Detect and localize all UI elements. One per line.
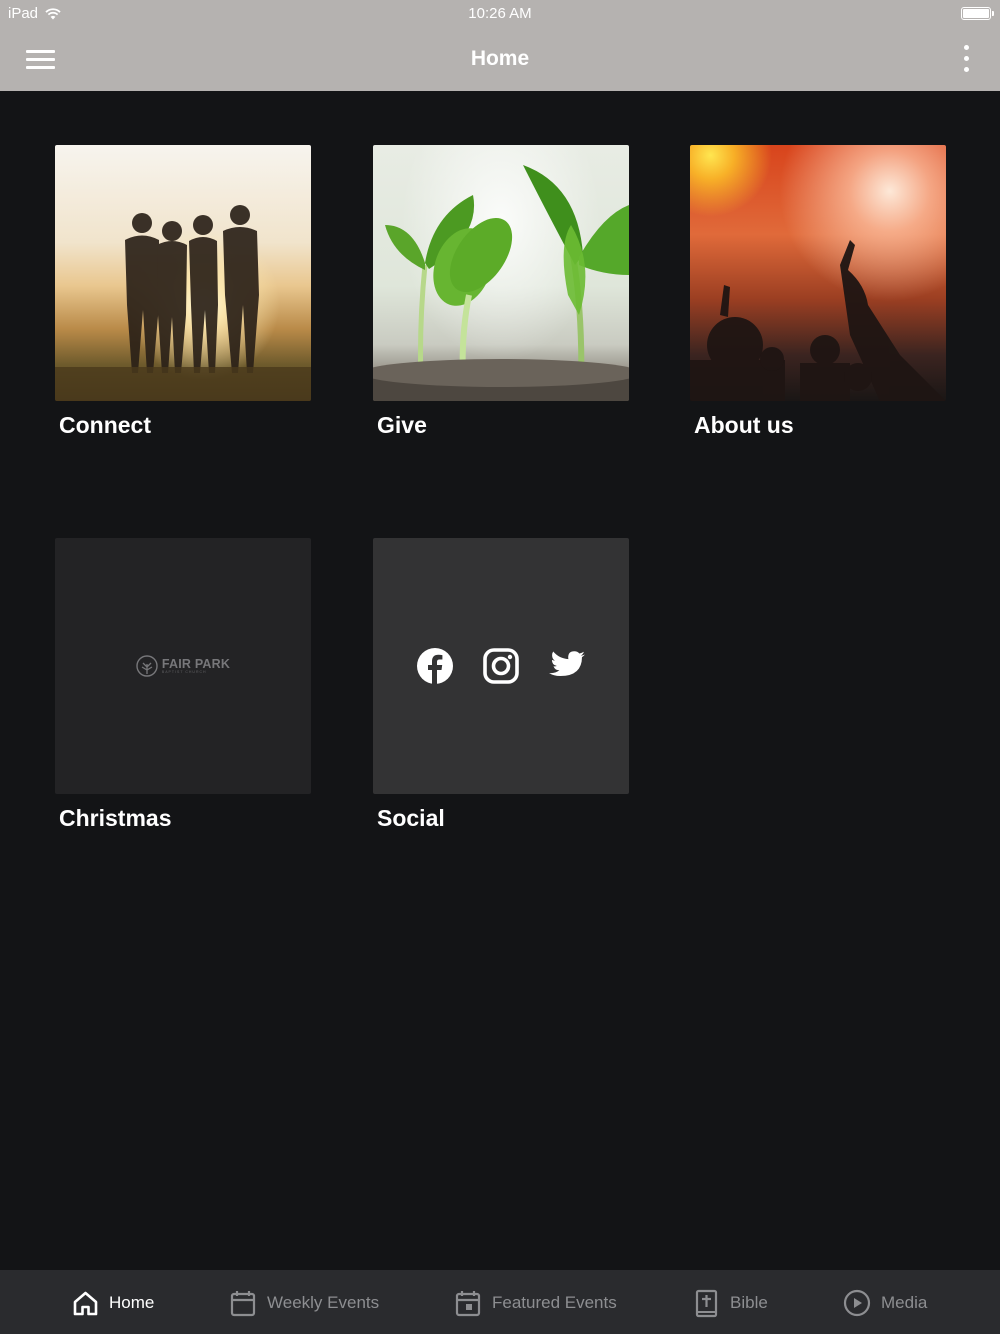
twitter-icon	[549, 651, 585, 676]
app-header: Home	[0, 28, 1000, 91]
tab-label: Bible	[730, 1293, 768, 1312]
tile-social[interactable]: Social	[373, 538, 629, 832]
status-bar: iPad 10:26 AM	[0, 0, 1000, 28]
tab-label: Media	[881, 1293, 928, 1312]
give-image	[373, 145, 629, 401]
christmas-image: FAIR PARK BAPTIST CHURCH	[55, 538, 311, 794]
tab-label: Home	[109, 1293, 155, 1312]
tab-bible[interactable]: Bible	[693, 1287, 768, 1319]
logo-text: FAIR PARK	[161, 656, 231, 671]
tile-label: Social	[377, 805, 445, 831]
tile-about-us[interactable]: About us	[690, 145, 946, 439]
tab-label: Featured Events	[492, 1293, 617, 1312]
fair-park-logo: FAIR PARK BAPTIST CHURCH	[136, 655, 230, 677]
tile-label: Connect	[59, 412, 151, 438]
tab-weekly-events[interactable]: Weekly Events	[229, 1287, 379, 1319]
tab-home[interactable]: Home	[72, 1287, 154, 1319]
tab-featured-events[interactable]: Featured Events	[454, 1287, 617, 1319]
status-time: 10:26 AM	[468, 5, 532, 22]
page-title: Home	[470, 47, 530, 70]
tile-christmas[interactable]: FAIR PARK BAPTIST CHURCH Christmas	[55, 538, 311, 832]
tile-label: Christmas	[59, 805, 172, 831]
about-us-image	[690, 145, 946, 401]
more-options-button[interactable]	[962, 44, 972, 74]
battery-icon	[961, 7, 994, 20]
home-icon	[73, 1291, 98, 1315]
tile-label: Give	[377, 412, 427, 438]
tile-connect[interactable]: Connect	[55, 145, 311, 439]
bottom-tab-bar: Home Weekly Events Featured Events Bible	[0, 1270, 1000, 1334]
play-circle-icon	[843, 1289, 871, 1317]
tree-logo-icon	[136, 655, 158, 677]
calendar-event-icon	[455, 1290, 481, 1316]
tile-label: About us	[694, 412, 794, 438]
facebook-icon	[417, 648, 453, 684]
tab-label: Weekly Events	[267, 1293, 380, 1312]
connect-image	[55, 145, 311, 401]
instagram-icon	[483, 648, 519, 684]
bible-icon	[695, 1289, 718, 1317]
social-image	[373, 538, 629, 794]
logo-subtext: BAPTIST CHURCH	[161, 670, 207, 674]
tab-media[interactable]: Media	[843, 1287, 927, 1319]
calendar-icon	[230, 1290, 256, 1316]
tile-give[interactable]: Give	[373, 145, 629, 439]
